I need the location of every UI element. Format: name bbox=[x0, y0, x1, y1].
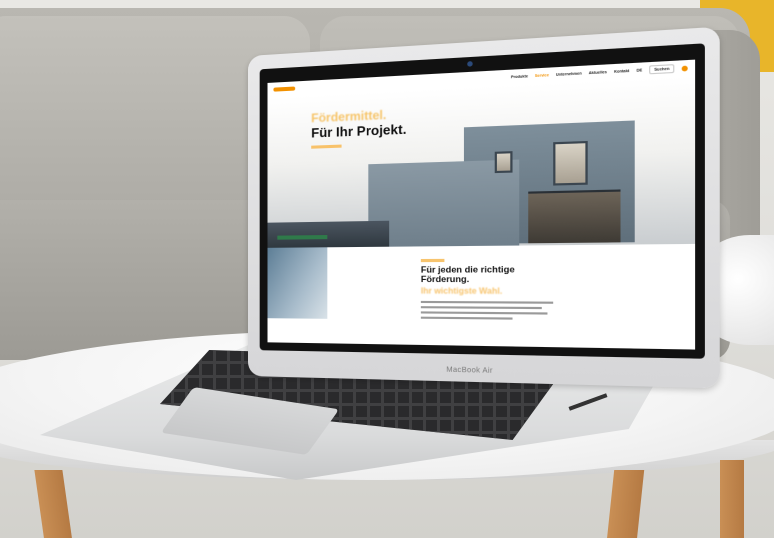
search-button[interactable]: Suchen bbox=[649, 64, 675, 75]
screen-bezel: Produkte Service Unternehmen Aktuelles K… bbox=[259, 43, 705, 359]
text-line bbox=[420, 311, 548, 315]
hero-title: Für Ihr Projekt. bbox=[311, 121, 407, 141]
text-line bbox=[420, 316, 513, 320]
nav-item-produkte[interactable]: Produkte bbox=[511, 74, 528, 79]
language-selector[interactable]: DE bbox=[636, 68, 642, 73]
section-title: Für jeden die richtige Förderung. bbox=[420, 264, 600, 285]
hero-underline bbox=[311, 144, 342, 149]
nav-item-unternehmen[interactable]: Unternehmen bbox=[556, 71, 582, 77]
nav-item-aktuelles[interactable]: Aktuelles bbox=[589, 70, 607, 75]
text-line bbox=[420, 300, 554, 304]
content-section: Für jeden die richtige Förderung. Ihr wi… bbox=[267, 243, 696, 350]
hero-lawn bbox=[267, 220, 390, 248]
house-window bbox=[494, 151, 513, 174]
table-leg bbox=[720, 460, 744, 538]
search-icon[interactable] bbox=[681, 65, 688, 71]
section-title-line2: Förderung. bbox=[420, 273, 470, 285]
section-image bbox=[267, 247, 328, 319]
hero-light-strip bbox=[277, 235, 328, 240]
hero-section: Fördermittel. Für Ihr Projekt. bbox=[267, 75, 696, 248]
nav-item-service[interactable]: Service bbox=[535, 73, 549, 78]
laptop-brand-label: MacBook Air bbox=[446, 366, 493, 375]
section-accent: Ihr wichtigste Wahl. bbox=[420, 286, 503, 296]
house-glass-front bbox=[528, 189, 621, 244]
laptop-screen: Produkte Service Unternehmen Aktuelles K… bbox=[267, 59, 696, 350]
photo-scene: Produkte Service Unternehmen Aktuelles K… bbox=[0, 0, 774, 538]
section-kicker bbox=[420, 258, 445, 263]
section-body-text bbox=[420, 300, 554, 323]
website-logo[interactable] bbox=[273, 86, 296, 92]
nav-item-kontakt[interactable]: Kontakt bbox=[614, 69, 629, 74]
text-line bbox=[420, 306, 543, 310]
house-window bbox=[553, 140, 588, 186]
camera-icon bbox=[467, 61, 473, 67]
laptop-lid: Produkte Service Unternehmen Aktuelles K… bbox=[248, 26, 720, 389]
